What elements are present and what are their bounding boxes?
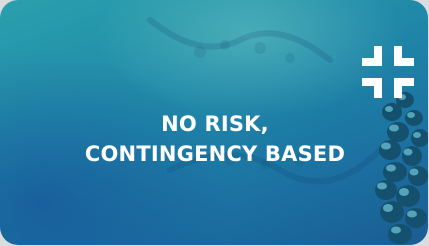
promo-card: NO RISK, CONTINGENCY BASED <box>0 0 428 245</box>
headline-line-2: CONTINGENCY BASED <box>84 142 346 166</box>
headline: NO RISK, CONTINGENCY BASED <box>30 109 400 169</box>
headline-line-1: NO RISK, <box>161 112 269 136</box>
cross-logo-icon <box>362 46 414 98</box>
